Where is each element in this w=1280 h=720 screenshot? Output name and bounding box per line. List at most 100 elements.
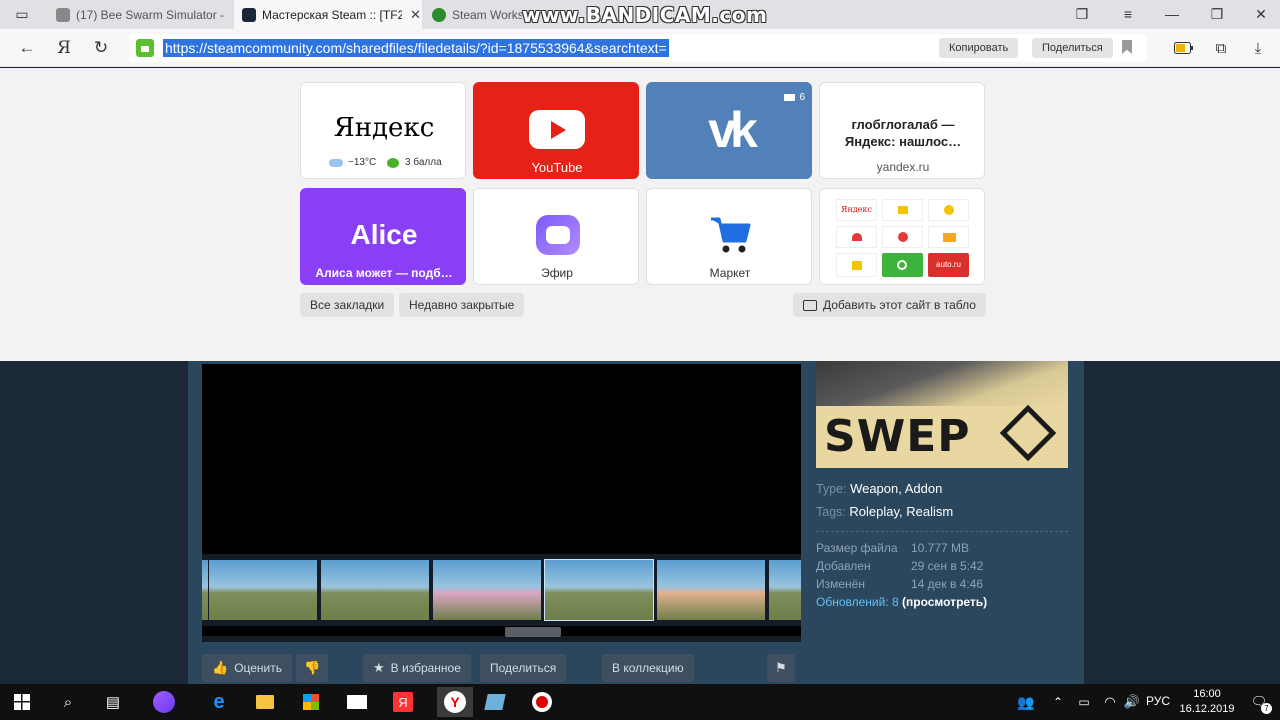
downloads-icon[interactable]: ⤓ xyxy=(1248,39,1268,57)
favorite-button[interactable]: ★ В избранное xyxy=(363,654,471,682)
url-field[interactable]: https://steamcommunity.com/sharedfiles/f… xyxy=(130,34,1146,62)
efir-label: Эфир xyxy=(541,266,573,280)
rate-down-button[interactable]: 👎 xyxy=(296,654,329,682)
tab-bar: ▭ (17) Bee Swarm Simulator - Мастерская … xyxy=(0,0,1280,29)
strip-scroll-handle[interactable] xyxy=(505,627,561,637)
tray-chevron-up-icon[interactable]: ⌃ xyxy=(1045,690,1071,714)
screenshot-thumbnail[interactable] xyxy=(202,560,208,620)
tile-efir[interactable]: Эфир xyxy=(473,188,639,285)
tab-bee-swarm[interactable]: (17) Bee Swarm Simulator - xyxy=(48,0,232,29)
share-steam-button[interactable]: Поделиться xyxy=(480,654,567,682)
edge-icon[interactable]: e xyxy=(206,690,232,714)
view-updates-link[interactable]: (просмотреть) xyxy=(902,595,987,609)
bookmark-icon[interactable] xyxy=(1122,40,1132,54)
clock[interactable]: 16:00 16.12.2019 xyxy=(1179,687,1235,717)
windows-taskbar: ⌕ ▤ e Я Y 👥 ⌃ ▭ ◠ 🔊 РУС 16:00 16.12.2019… xyxy=(0,684,1280,720)
volume-icon[interactable]: 🔊 xyxy=(1119,690,1145,714)
flag-icon: ⚑ xyxy=(775,660,787,675)
notification-center-icon[interactable]: 🗨 7 xyxy=(1246,690,1272,714)
traffic-value: 3 балла xyxy=(405,157,442,168)
recently-closed-button[interactable]: Недавно закрытые xyxy=(399,293,525,317)
url-text[interactable]: https://steamcommunity.com/sharedfiles/f… xyxy=(163,39,669,57)
add-site-icon xyxy=(803,299,817,311)
tag-link-roleplay[interactable]: Roleplay xyxy=(849,504,899,519)
tile-yandex[interactable]: Яндекс −13°C 3 балла xyxy=(300,82,466,179)
banner-gun-graphic xyxy=(816,361,1068,406)
bookmarks-manager-icon[interactable]: ❐ xyxy=(1071,4,1093,24)
report-flag-button[interactable]: ⚑ xyxy=(767,654,795,682)
battery-tray-icon[interactable]: ▭ xyxy=(1071,690,1097,714)
tile-market[interactable]: Маркет xyxy=(646,188,812,285)
tile-vk[interactable]: vk 6 xyxy=(646,82,812,179)
people-icon[interactable]: 👥 xyxy=(1013,690,1039,714)
copy-button[interactable]: Копировать xyxy=(939,38,1019,58)
bandicam-record-icon[interactable] xyxy=(529,690,555,714)
type-link-addon[interactable]: Addon xyxy=(905,481,943,496)
steam-favicon-icon xyxy=(242,7,256,22)
clock-time: 16:00 xyxy=(1193,688,1221,700)
screenshot-thumbnail[interactable] xyxy=(657,560,765,620)
search-icon[interactable]: ⌕ xyxy=(55,690,81,714)
reload-icon[interactable]: ↻ xyxy=(90,37,112,59)
stat-updated-label: Изменён xyxy=(816,577,865,591)
type-link-weapon[interactable]: Weapon xyxy=(850,481,898,496)
minimize-icon[interactable]: — xyxy=(1161,4,1183,24)
tag-link-realism[interactable]: Realism xyxy=(906,504,953,519)
mini-maps-icon xyxy=(882,226,923,248)
tags-label: Tags: xyxy=(816,505,846,519)
task-view-icon[interactable]: ▤ xyxy=(100,690,126,714)
store-icon[interactable] xyxy=(298,690,324,714)
yandex-browser-alt-icon[interactable]: Я xyxy=(390,690,416,714)
add-to-collection-button[interactable]: В коллекцию xyxy=(602,654,694,682)
battery-icon[interactable] xyxy=(1174,39,1194,57)
notes-app-icon[interactable] xyxy=(482,690,508,714)
strip-scrollbar[interactable] xyxy=(202,626,801,636)
screenshot-thumbnail[interactable] xyxy=(769,560,801,620)
mini-news-icon xyxy=(836,253,877,277)
screenshot-thumbnail-selected[interactable] xyxy=(544,559,654,621)
alice-subtitle: Алиса может — подб… xyxy=(315,266,453,280)
restore-icon[interactable]: ❐ xyxy=(1206,4,1228,24)
type-label: Type: xyxy=(816,482,847,496)
screenshot-thumbnail[interactable] xyxy=(209,560,317,620)
secure-lock-icon[interactable] xyxy=(136,39,154,57)
mail-taskbar-icon[interactable] xyxy=(344,690,370,714)
tile-yandex-services[interactable]: Яндекс auto.ru xyxy=(819,188,985,285)
add-site-button[interactable]: Добавить этот сайт в табло xyxy=(793,293,986,317)
mini-music-icon xyxy=(882,253,923,277)
file-explorer-icon[interactable] xyxy=(252,690,278,714)
windows-start-icon[interactable] xyxy=(9,690,35,714)
tabs-panel-icon[interactable]: ▭ xyxy=(11,4,33,24)
clock-date: 16.12.2019 xyxy=(1179,703,1235,715)
share-button[interactable]: Поделиться xyxy=(1032,38,1113,58)
yandex-browser-icon[interactable]: Y xyxy=(437,687,473,717)
mini-autoru: auto.ru xyxy=(928,253,969,277)
tile-youtube[interactable]: YouTube xyxy=(473,82,639,179)
yandex-home-icon[interactable]: Я xyxy=(53,37,75,59)
close-tab-icon[interactable]: ✕ xyxy=(410,7,421,23)
tab-steam-workshop[interactable]: Мастерская Steam :: [TF2 ✕ xyxy=(234,0,422,29)
traffic-icon xyxy=(387,157,399,168)
search-domain: yandex.ru xyxy=(876,160,930,174)
tile-yandex-search[interactable]: глобглогалаб — Яндекс: нашлос… yandex.ru xyxy=(819,82,985,179)
screenshot-thumbnail[interactable] xyxy=(433,560,541,620)
stat-added-value: 29 сен в 5:42 xyxy=(911,559,984,573)
rate-up-button[interactable]: 👍 Оценить xyxy=(202,654,293,682)
alice-taskbar-icon[interactable] xyxy=(151,690,177,714)
menu-icon[interactable]: ≡ xyxy=(1117,4,1139,24)
addon-preview-image[interactable]: SWEP xyxy=(816,361,1068,468)
star-icon: ★ xyxy=(373,660,385,675)
video-player[interactable] xyxy=(202,364,801,554)
mini-disk-icon xyxy=(882,199,923,221)
roblox-favicon-icon xyxy=(56,7,70,22)
language-indicator[interactable]: РУС xyxy=(1146,694,1170,708)
all-bookmarks-button[interactable]: Все закладки xyxy=(300,293,395,317)
back-icon[interactable]: ← xyxy=(16,37,38,59)
workshop-item-panel: 👍 Оценить 👎 ★ В избранное Поделиться В к… xyxy=(188,361,1084,684)
tab-steam-works[interactable]: Steam Works xyxy=(424,0,522,29)
close-window-icon[interactable]: ✕ xyxy=(1250,4,1272,24)
protect-icon[interactable]: ⧉ xyxy=(1211,39,1231,57)
rate-label: Оценить xyxy=(234,661,283,675)
screenshot-thumbnail[interactable] xyxy=(321,560,429,620)
tile-alice[interactable]: Alice Алиса может — подб… xyxy=(300,188,466,285)
